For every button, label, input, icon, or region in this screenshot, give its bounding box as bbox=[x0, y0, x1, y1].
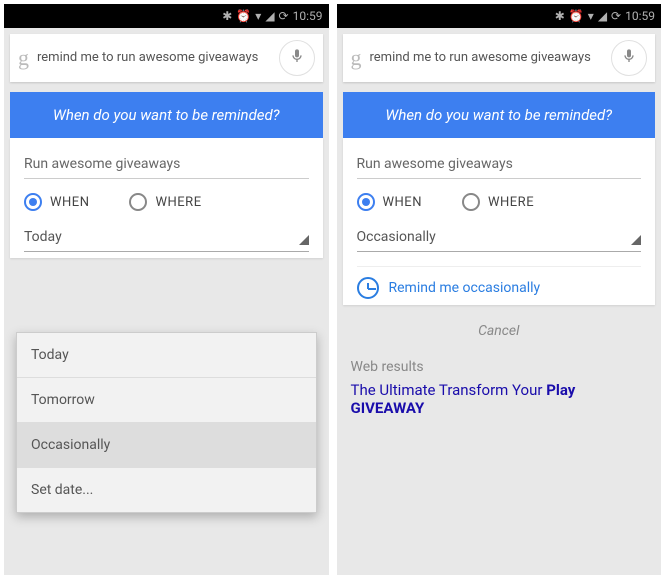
bluetooth-icon: ✱ bbox=[555, 9, 565, 23]
radio-when[interactable]: WHEN bbox=[24, 193, 89, 211]
phone-right: ✱ ⏰ ▾ ◢ ⟳ 10:59 g remind me to run aweso… bbox=[337, 4, 662, 575]
dropdown-item-tomorrow[interactable]: Tomorrow bbox=[17, 378, 316, 423]
date-spinner[interactable]: Today bbox=[24, 219, 309, 252]
reminder-text-input[interactable]: Run awesome giveaways bbox=[357, 152, 642, 179]
clock-text: 10:59 bbox=[293, 9, 323, 23]
result-part-a: The Ultimate Transform Your bbox=[351, 381, 547, 399]
search-query-text: remind me to run awesome giveaways bbox=[370, 50, 612, 66]
radio-where[interactable]: WHERE bbox=[129, 193, 201, 211]
radio-unselected-icon bbox=[462, 193, 480, 211]
signal-icon: ◢ bbox=[598, 9, 607, 23]
sync-icon: ⟳ bbox=[611, 9, 621, 23]
date-dropdown: Today Tomorrow Occasionally Set date... bbox=[16, 332, 317, 513]
sync-icon: ⟳ bbox=[279, 9, 289, 23]
radio-when-label: WHEN bbox=[383, 195, 422, 210]
google-g-icon: g bbox=[18, 45, 29, 71]
reminder-card: Run awesome giveaways WHEN WHERE Occasio… bbox=[343, 138, 656, 305]
reminder-text-input[interactable]: Run awesome giveaways bbox=[24, 152, 309, 179]
clock-text: 10:59 bbox=[625, 9, 655, 23]
signal-icon: ◢ bbox=[265, 9, 274, 23]
when-where-group: WHEN WHERE bbox=[357, 193, 642, 211]
web-results-header: Web results bbox=[337, 349, 662, 375]
phone-left: ✱ ⏰ ▾ ◢ ⟳ 10:59 g remind me to run aweso… bbox=[4, 4, 329, 575]
dropdown-item-today[interactable]: Today bbox=[17, 333, 316, 378]
search-query-text: remind me to run awesome giveaways bbox=[37, 50, 279, 66]
dropdown-item-set-date[interactable]: Set date... bbox=[17, 468, 316, 512]
spinner-value: Today bbox=[24, 229, 62, 245]
radio-unselected-icon bbox=[129, 193, 147, 211]
mic-button[interactable] bbox=[611, 40, 647, 76]
mic-icon bbox=[621, 48, 637, 68]
when-where-group: WHEN WHERE bbox=[24, 193, 309, 211]
status-bar: ✱ ⏰ ▾ ◢ ⟳ 10:59 bbox=[337, 4, 662, 28]
radio-when[interactable]: WHEN bbox=[357, 193, 422, 211]
radio-where-label: WHERE bbox=[488, 195, 534, 210]
status-bar: ✱ ⏰ ▾ ◢ ⟳ 10:59 bbox=[4, 4, 329, 28]
radio-when-label: WHEN bbox=[50, 195, 89, 210]
result-part-b: Play bbox=[546, 381, 575, 399]
prompt-banner: When do you want to be reminded? bbox=[10, 92, 323, 138]
mic-button[interactable] bbox=[279, 40, 315, 76]
search-bar[interactable]: g remind me to run awesome giveaways bbox=[343, 34, 656, 82]
search-bar[interactable]: g remind me to run awesome giveaways bbox=[10, 34, 323, 82]
remind-action-button[interactable]: Remind me occasionally bbox=[357, 266, 642, 299]
search-result-link[interactable]: The Ultimate Transform Your Play GIVEAWA… bbox=[337, 375, 662, 417]
cancel-button[interactable]: Cancel bbox=[337, 305, 662, 349]
radio-selected-icon bbox=[24, 193, 42, 211]
result-part-c: GIVEAWAY bbox=[351, 399, 425, 417]
date-spinner[interactable]: Occasionally bbox=[357, 219, 642, 252]
spinner-handle-icon bbox=[299, 235, 309, 245]
bluetooth-icon: ✱ bbox=[222, 9, 232, 23]
remind-action-label: Remind me occasionally bbox=[389, 280, 541, 296]
wifi-icon: ▾ bbox=[588, 9, 594, 23]
reminder-card: Run awesome giveaways WHEN WHERE Today bbox=[10, 138, 323, 258]
mic-icon bbox=[289, 48, 305, 68]
wifi-icon: ▾ bbox=[255, 9, 261, 23]
radio-where-label: WHERE bbox=[155, 195, 201, 210]
spinner-handle-icon bbox=[631, 235, 641, 245]
radio-where[interactable]: WHERE bbox=[462, 193, 534, 211]
radio-selected-icon bbox=[357, 193, 375, 211]
google-g-icon: g bbox=[351, 45, 362, 71]
dropdown-item-occasionally[interactable]: Occasionally bbox=[17, 423, 316, 468]
prompt-banner: When do you want to be reminded? bbox=[343, 92, 656, 138]
alarm-icon: ⏰ bbox=[569, 9, 584, 23]
alarm-icon: ⏰ bbox=[236, 9, 251, 23]
spinner-value: Occasionally bbox=[357, 229, 436, 245]
clock-icon bbox=[357, 277, 379, 299]
